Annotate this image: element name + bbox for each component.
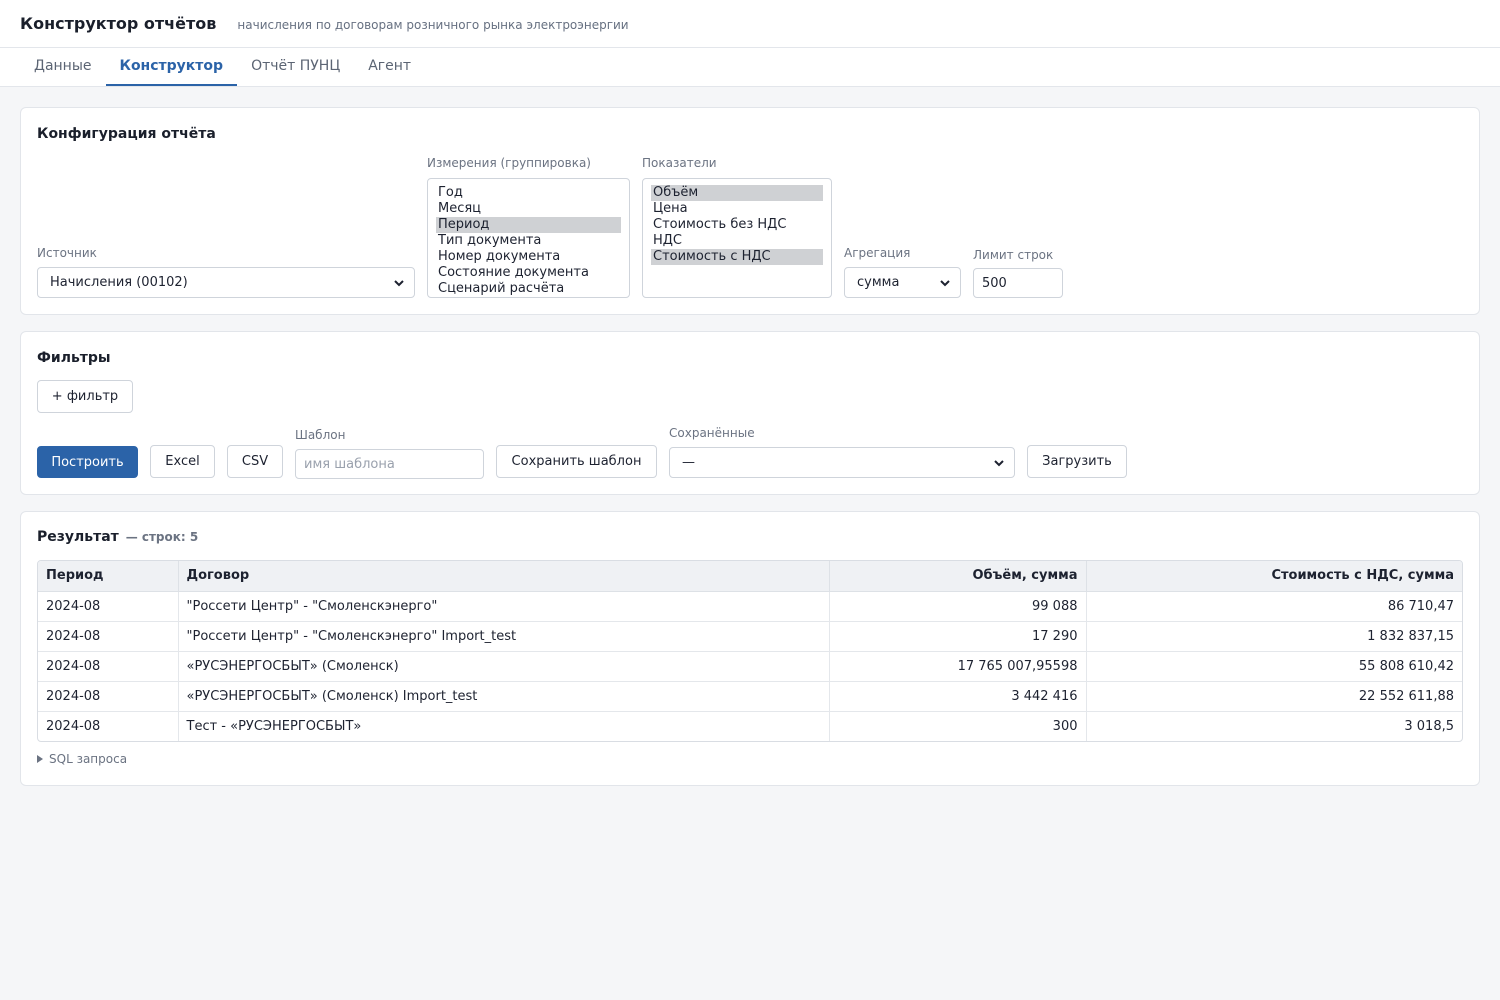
chevron-down-icon [394, 280, 404, 287]
dimensions-listbox[interactable]: Год Месяц Период Тип документа Номер док… [427, 178, 630, 298]
cell-contract: «РУСЭНЕРГОСБЫТ» (Смоленск) Import_test [178, 681, 830, 712]
dimension-option[interactable]: Состояние документа [436, 265, 621, 281]
sql-query-toggle[interactable]: SQL запроса [37, 752, 127, 766]
column-header-contract[interactable]: Договор [178, 561, 830, 592]
saved-templates-select[interactable]: — [669, 447, 1015, 478]
tab-agent[interactable]: Агент [354, 48, 425, 86]
filters-title: Фильтры [37, 350, 111, 366]
add-filter-button[interactable]: + фильтр [37, 380, 133, 413]
saved-templates-label: Сохранённые [669, 426, 755, 440]
dimension-option[interactable]: Сценарий расчёта [436, 281, 621, 297]
saved-templates-value: — [682, 455, 695, 470]
config-card: Конфигурация отчёта Источник Начисления … [20, 107, 1480, 315]
build-button[interactable]: Построить [37, 446, 138, 478]
cell-period: 2024-08 [38, 621, 179, 652]
table-row: 2024-08 Тест - «РУСЭНЕРГОСБЫТ» 300 3 018… [38, 711, 1462, 741]
table-row: 2024-08 "Россети Центр" - "Смоленскэнерг… [38, 621, 1462, 652]
filters-card: Фильтры + фильтр Построить Excel CSV Шаб… [20, 331, 1480, 495]
cell-contract: "Россети Центр" - "Смоленскэнерго" Impor… [178, 621, 830, 652]
metrics-label: Показатели [642, 156, 717, 170]
dimension-option[interactable]: Год [436, 185, 621, 201]
metric-option[interactable]: Стоимость без НДС [651, 217, 823, 233]
aggregation-select-value: сумма [857, 275, 900, 290]
cell-period: 2024-08 [38, 591, 179, 622]
cell-cost-vat: 55 808 610,42 [1086, 651, 1462, 682]
sql-query-label: SQL запроса [49, 752, 128, 766]
dimension-option[interactable]: Месяц [436, 201, 621, 217]
dimension-option[interactable]: Тип документа [436, 233, 621, 249]
metrics-listbox[interactable]: Объём Цена Стоимость без НДС НДС Стоимос… [642, 178, 832, 298]
metric-option-selected[interactable]: Объём [651, 185, 823, 201]
source-select-value: Начисления (00102) [50, 275, 188, 290]
table-row: 2024-08 "Россети Центр" - "Смоленскэнерг… [38, 591, 1462, 622]
tab-punc-report[interactable]: Отчёт ПУНЦ [237, 48, 354, 86]
column-header-cost-vat[interactable]: Стоимость с НДС, сумма [1086, 561, 1462, 592]
disclosure-triangle-icon [37, 755, 43, 763]
app-header: Конструктор отчётов начисления по догово… [0, 0, 1500, 48]
table-row: 2024-08 «РУСЭНЕРГОСБЫТ» (Смоленск) 17 76… [38, 651, 1462, 682]
save-template-button[interactable]: Сохранить шаблон [496, 445, 657, 478]
page-subtitle: начисления по договорам розничного рынка… [237, 17, 629, 32]
cell-contract: «РУСЭНЕРГОСБЫТ» (Смоленск) [178, 651, 830, 682]
aggregation-label: Агрегация [844, 246, 911, 260]
page-title: Конструктор отчётов [20, 14, 217, 33]
cell-period: 2024-08 [38, 711, 179, 741]
dimension-option[interactable]: Номер документа [436, 249, 621, 265]
metric-option[interactable]: Цена [651, 201, 823, 217]
result-card: Результат — строк: 5 Период Договор Объё… [20, 511, 1480, 786]
result-title: Результат — строк: 5 [37, 529, 198, 545]
cell-volume: 3 442 416 [829, 681, 1087, 712]
dimensions-label: Измерения (группировка) [427, 156, 591, 170]
cell-cost-vat: 86 710,47 [1086, 591, 1462, 622]
limit-input[interactable]: 500 [973, 268, 1063, 298]
cell-contract: Тест - «РУСЭНЕРГОСБЫТ» [178, 711, 830, 741]
tab-data[interactable]: Данные [20, 48, 106, 86]
column-header-period[interactable]: Период [38, 561, 179, 592]
cell-cost-vat: 1 832 837,15 [1086, 621, 1462, 652]
cell-period: 2024-08 [38, 651, 179, 682]
result-title-text: Результат [37, 529, 119, 545]
template-label: Шаблон [295, 428, 346, 442]
metric-option-selected[interactable]: Стоимость с НДС [651, 249, 823, 265]
cell-volume: 99 088 [829, 591, 1087, 622]
load-template-button[interactable]: Загрузить [1027, 445, 1127, 478]
result-row-count: — строк: 5 [125, 530, 199, 544]
tab-bar: Данные Конструктор Отчёт ПУНЦ Агент [0, 48, 1500, 87]
cell-volume: 17 290 [829, 621, 1087, 652]
cell-volume: 17 765 007,95598 [829, 651, 1087, 682]
column-header-volume[interactable]: Объём, сумма [829, 561, 1087, 592]
source-select[interactable]: Начисления (00102) [37, 267, 415, 298]
chevron-down-icon [940, 280, 950, 287]
table-row: 2024-08 «РУСЭНЕРГОСБЫТ» (Смоленск) Impor… [38, 681, 1462, 712]
cell-volume: 300 [829, 711, 1087, 741]
csv-export-button[interactable]: CSV [227, 445, 283, 478]
table-header-row: Период Договор Объём, сумма Стоимость с … [38, 561, 1462, 592]
limit-label: Лимит строк [973, 248, 1054, 262]
config-title: Конфигурация отчёта [37, 126, 216, 142]
cell-cost-vat: 3 018,5 [1404, 718, 1454, 734]
template-name-input[interactable]: имя шаблона [295, 449, 484, 479]
tab-constructor[interactable]: Конструктор [105, 48, 238, 86]
excel-export-button[interactable]: Excel [150, 445, 215, 478]
chevron-down-icon [994, 460, 1004, 467]
result-table: Период Договор Объём, сумма Стоимость с … [37, 560, 1463, 742]
metric-option[interactable]: НДС [651, 233, 823, 249]
aggregation-select[interactable]: сумма [844, 267, 961, 298]
source-label: Источник [37, 246, 97, 260]
cell-period: 2024-08 [38, 681, 179, 712]
cell-cost-vat: 22 552 611,88 [1086, 681, 1462, 712]
cell-contract: "Россети Центр" - "Смоленскэнерго" [178, 591, 830, 622]
dimension-option-selected[interactable]: Период [436, 217, 621, 233]
